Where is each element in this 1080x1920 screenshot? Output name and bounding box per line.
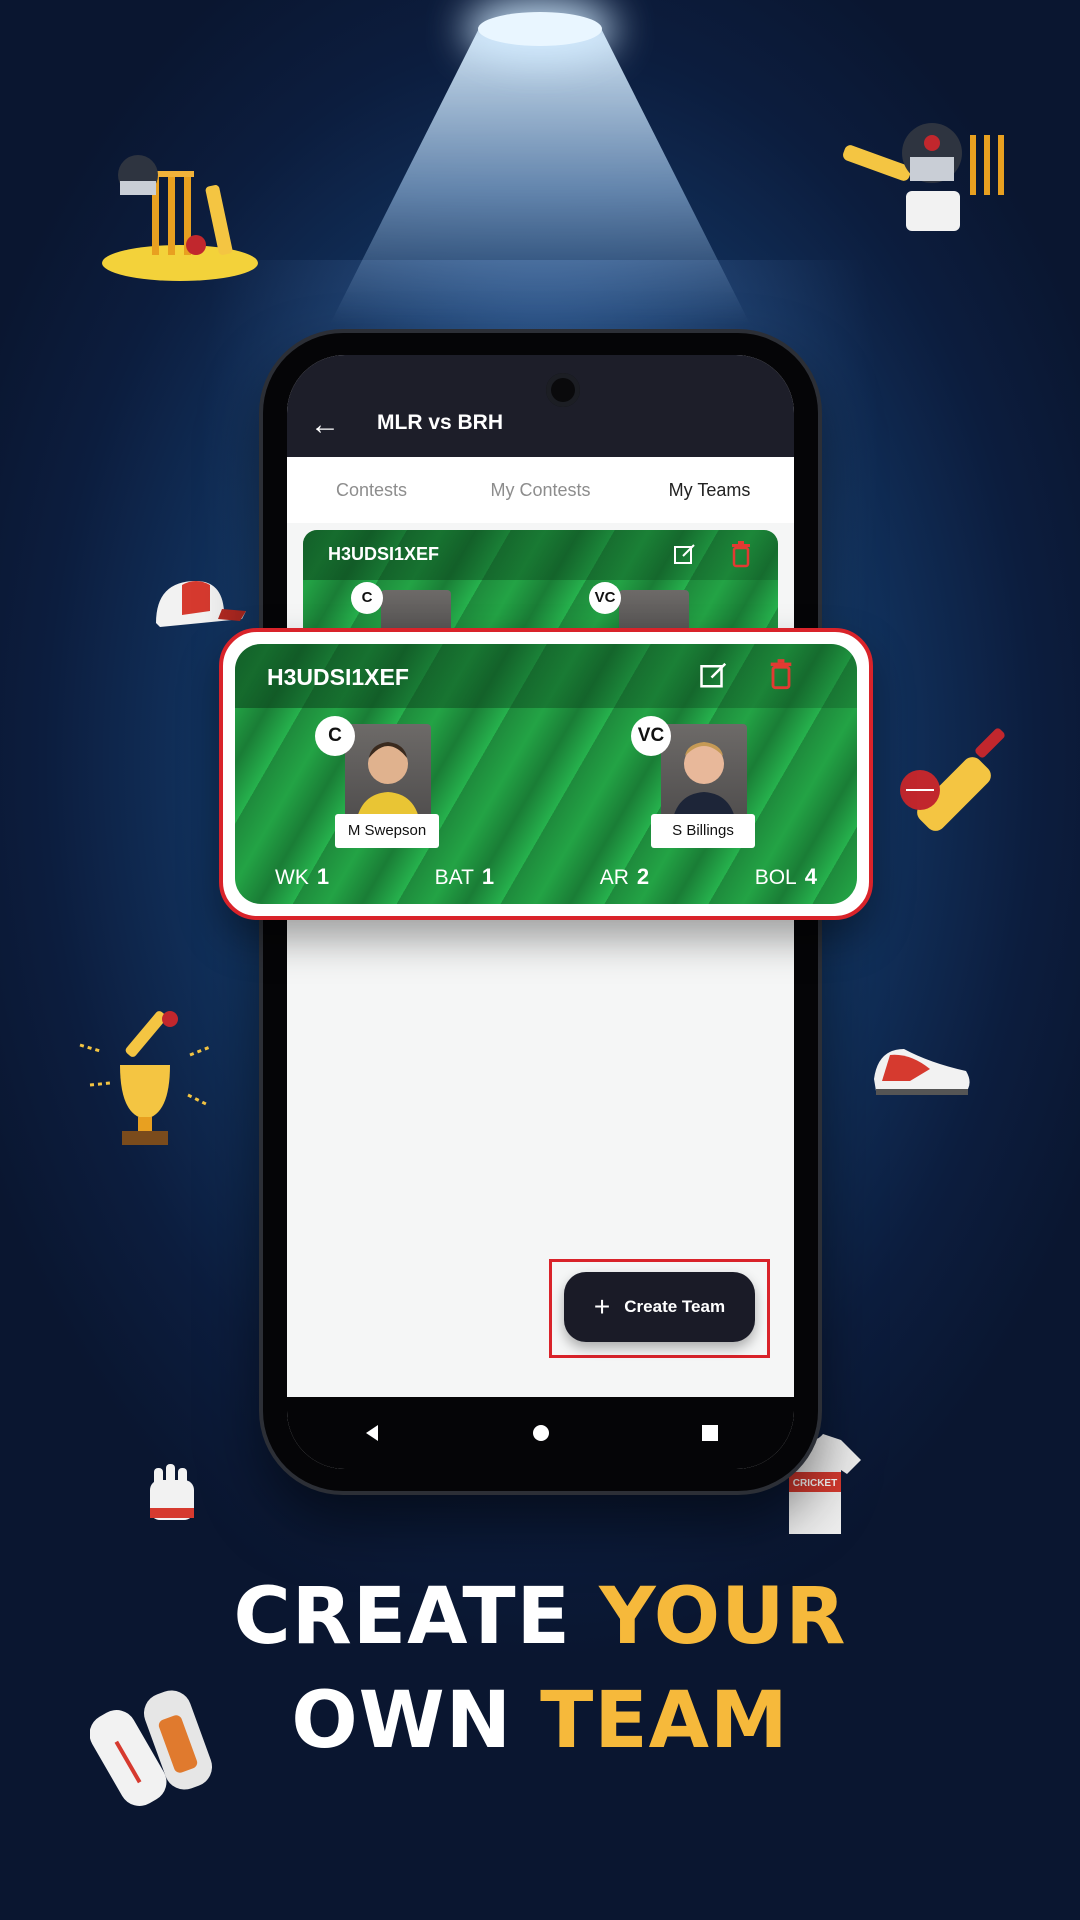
back-arrow-icon[interactable]: ← (307, 407, 343, 443)
create-team-button[interactable]: + Create Team (564, 1272, 755, 1342)
player-name: M Swepson (335, 814, 439, 848)
wicketkeeper-glove-sticker-icon (140, 1460, 210, 1530)
team-card-header: H3UDSI1XEF (235, 644, 857, 708)
trash-icon[interactable] (767, 658, 795, 695)
player-name: S Billings (651, 814, 755, 848)
headline-line-2: OWN TEAM (291, 1676, 789, 1766)
stat-wk: WK 1 (275, 864, 330, 889)
back-triangle-icon[interactable] (342, 1413, 402, 1453)
cricket-cap-sticker-icon (152, 575, 248, 631)
team-card[interactable]: H3UDSI1XEF C M Swepson VC S Billings WK 1 (235, 644, 857, 904)
svg-text:CRICKET: CRICKET (793, 1478, 837, 1489)
edit-icon[interactable] (699, 660, 729, 695)
tab-my-contests[interactable]: My Contests (456, 457, 625, 523)
create-team-highlight: + Create Team (549, 1259, 770, 1358)
home-circle-icon[interactable] (511, 1413, 571, 1453)
spotlight-beam (330, 24, 750, 324)
stat-bol: BOL 4 (754, 864, 817, 889)
team-name: H3UDSI1XEF (267, 664, 409, 690)
team-name: H3UDSI1XEF (328, 544, 440, 564)
spotlight-lamp (478, 12, 602, 46)
edit-icon[interactable] (673, 542, 697, 571)
stat-bat: BAT 1 (434, 864, 495, 889)
tab-my-teams[interactable]: My Teams (625, 457, 794, 523)
trash-icon[interactable] (729, 540, 753, 573)
highlighted-team-card-frame: H3UDSI1XEF C M Swepson VC S Billings WK 1 (219, 628, 873, 920)
batsman-sticker-icon (840, 95, 1010, 245)
create-team-label: Create Team (624, 1297, 726, 1316)
trophy-sticker-icon (70, 995, 220, 1155)
front-camera-icon (546, 373, 580, 407)
team-card-header: H3UDSI1XEF (303, 530, 778, 580)
vice-captain-badge: VC (631, 716, 671, 756)
cricket-shoe-sticker-icon (870, 1035, 974, 1105)
match-title: MLR vs BRH (377, 411, 504, 434)
headline-line-1: CREATE YOUR (233, 1572, 847, 1662)
team-composition: WK 1 BAT 1 AR 2 BOL 4 (275, 864, 817, 890)
tab-contests[interactable]: Contests (287, 457, 456, 523)
cricket-stumps-sticker-icon (100, 145, 260, 285)
app-bar: ← MLR vs BRH (287, 355, 794, 457)
captain-badge: C (315, 716, 355, 756)
stat-ar: AR 2 (599, 864, 650, 889)
captain-badge: C (351, 582, 383, 614)
tab-bar: Contests My Contests My Teams (287, 457, 794, 523)
plus-icon: + (593, 1291, 611, 1322)
bat-and-ball-sticker-icon (898, 722, 1022, 840)
vice-captain-badge: VC (589, 582, 621, 614)
system-nav-bar (287, 1397, 794, 1469)
recents-square-icon[interactable] (680, 1413, 740, 1453)
